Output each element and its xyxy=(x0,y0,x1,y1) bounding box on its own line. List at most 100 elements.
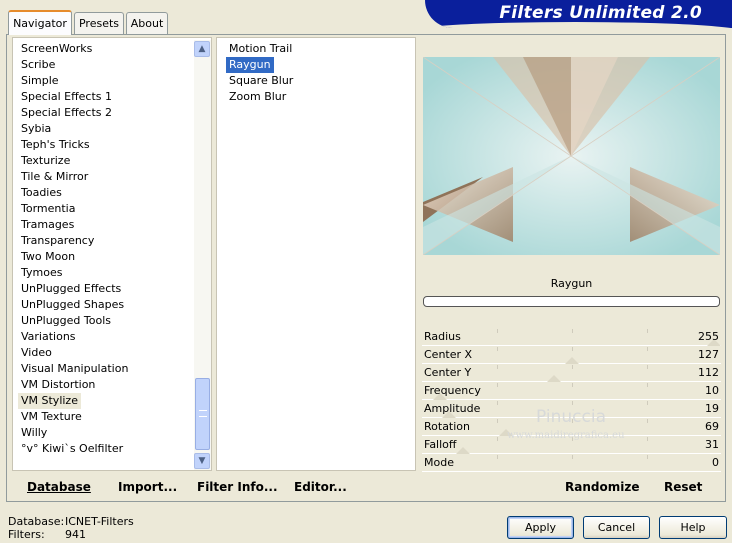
database-button[interactable]: Database xyxy=(27,480,91,494)
filter-item[interactable]: Zoom Blur xyxy=(226,89,289,105)
editor-label: Editor... xyxy=(294,480,347,494)
slider-tick xyxy=(647,329,648,333)
param-label: Center X xyxy=(424,348,473,361)
param-slider[interactable]: Frequency 10 xyxy=(422,382,721,400)
reset-button[interactable]: Reset xyxy=(664,480,702,494)
editor-button[interactable]: Editor... xyxy=(294,480,347,494)
category-item[interactable]: Tymoes xyxy=(18,265,65,281)
param-label: Frequency xyxy=(424,384,481,397)
slider-thumb[interactable] xyxy=(456,447,470,454)
slider-tick xyxy=(572,329,573,333)
param-value: 0 xyxy=(712,456,719,469)
preview-filter-name: Raygun xyxy=(550,277,593,290)
tab-about-label: About xyxy=(130,17,164,30)
category-item[interactable]: Toadies xyxy=(18,185,65,201)
category-item[interactable]: Tile & Mirror xyxy=(18,169,91,185)
category-item[interactable]: UnPlugged Effects xyxy=(18,281,124,297)
help-button[interactable]: Help xyxy=(659,516,727,539)
category-item[interactable]: Scribe xyxy=(18,57,58,73)
category-item[interactable]: Visual Manipulation xyxy=(18,361,131,377)
slider-tick xyxy=(497,419,498,423)
category-item[interactable]: Special Effects 2 xyxy=(18,105,115,121)
apply-label: Apply xyxy=(524,521,557,534)
category-item[interactable]: UnPlugged Shapes xyxy=(18,297,127,313)
param-slider[interactable]: Center Y 112 xyxy=(422,364,721,382)
slider-tick xyxy=(497,437,498,441)
slider-tick xyxy=(572,455,573,459)
scroll-down-button[interactable]: ▼ xyxy=(194,453,210,469)
category-item[interactable]: Willy xyxy=(18,425,50,441)
cancel-label: Cancel xyxy=(597,521,636,534)
category-item[interactable]: Tormentia xyxy=(18,201,78,217)
category-item[interactable]: Teph's Tricks xyxy=(18,137,93,153)
preview-image xyxy=(423,57,720,255)
category-item[interactable]: Variations xyxy=(18,329,79,345)
param-value: 10 xyxy=(705,384,719,397)
slider-tick xyxy=(572,365,573,369)
category-item[interactable]: Simple xyxy=(18,73,62,89)
param-value: 69 xyxy=(705,420,719,433)
filter-item[interactable]: Motion Trail xyxy=(226,41,295,57)
filter-list[interactable]: Motion Trail Raygun Square Blur Zoom Blur xyxy=(216,37,416,471)
help-label: Help xyxy=(680,521,706,534)
import-label: Import... xyxy=(118,480,178,494)
slider-tick xyxy=(647,437,648,441)
param-slider[interactable]: Mode 0 xyxy=(422,454,721,472)
slider-tick xyxy=(647,401,648,405)
tab-presets[interactable]: Presets xyxy=(74,12,124,34)
slider-tick xyxy=(647,419,648,423)
tab-navigator[interactable]: Navigator xyxy=(8,10,72,35)
filter-item[interactable]: Square Blur xyxy=(226,73,296,89)
slider-tick xyxy=(572,347,573,351)
slider-tick xyxy=(647,383,648,387)
tab-navigator-label: Navigator xyxy=(13,17,67,30)
slider-tick xyxy=(497,365,498,369)
category-item[interactable]: °v° Kiwi`s Oelfilter xyxy=(18,441,126,457)
category-item[interactable]: Texturize xyxy=(18,153,73,169)
category-list[interactable]: ScreenWorks Scribe Simple Special Effects 1… xyxy=(12,37,212,471)
param-label: Mode xyxy=(424,456,454,469)
progress-bar xyxy=(423,296,720,307)
category-item[interactable]: Tramages xyxy=(18,217,77,233)
slider-tick xyxy=(497,401,498,405)
filter-item[interactable]: Raygun xyxy=(226,57,274,73)
app-title: Filters Unlimited 2.0 xyxy=(499,3,702,23)
param-value: 255 xyxy=(698,330,719,343)
watermark-url: www.maidiregrafica.eu xyxy=(507,430,625,441)
category-item[interactable]: Video xyxy=(18,345,55,361)
status-filters-label: Filters: xyxy=(8,528,45,541)
category-item[interactable]: VM Distortion xyxy=(18,377,98,393)
tab-about[interactable]: About xyxy=(126,12,168,34)
scroll-thumb[interactable] xyxy=(195,378,210,450)
scroll-up-button[interactable]: ▲ xyxy=(194,41,210,57)
import-button[interactable]: Import... xyxy=(118,480,177,494)
slider-tick xyxy=(572,383,573,387)
cancel-button[interactable]: Cancel xyxy=(583,516,650,539)
category-item[interactable]: Two Moon xyxy=(18,249,78,265)
app-title-banner: Filters Unlimited 2.0 xyxy=(425,0,732,28)
slider-thumb[interactable] xyxy=(547,375,561,382)
slider-tick xyxy=(572,401,573,405)
slider-thumb[interactable] xyxy=(565,357,579,364)
chevron-up-icon: ▲ xyxy=(198,44,206,54)
apply-button[interactable]: Apply xyxy=(507,516,574,539)
grip-icon xyxy=(199,410,207,417)
filter-info-button[interactable]: Filter Info... xyxy=(197,480,278,494)
category-item[interactable]: Transparency xyxy=(18,233,97,249)
param-value: 19 xyxy=(705,402,719,415)
slider-track xyxy=(422,471,721,472)
category-item[interactable]: Special Effects 1 xyxy=(18,89,115,105)
param-label: Radius xyxy=(424,330,461,343)
category-item[interactable]: ScreenWorks xyxy=(18,41,95,57)
randomize-button[interactable]: Randomize xyxy=(565,480,639,494)
param-label: Center Y xyxy=(424,366,472,379)
category-item[interactable]: VM Texture xyxy=(18,409,85,425)
param-value: 31 xyxy=(705,438,719,451)
param-label: Falloff xyxy=(424,438,457,451)
category-item[interactable]: UnPlugged Tools xyxy=(18,313,114,329)
param-slider[interactable]: Center X 127 xyxy=(422,346,721,364)
category-item[interactable]: Sybia xyxy=(18,121,54,137)
param-slider[interactable]: Radius 255 xyxy=(422,328,721,346)
category-item[interactable]: VM Stylize xyxy=(18,393,81,409)
reset-label: Reset xyxy=(664,480,703,494)
